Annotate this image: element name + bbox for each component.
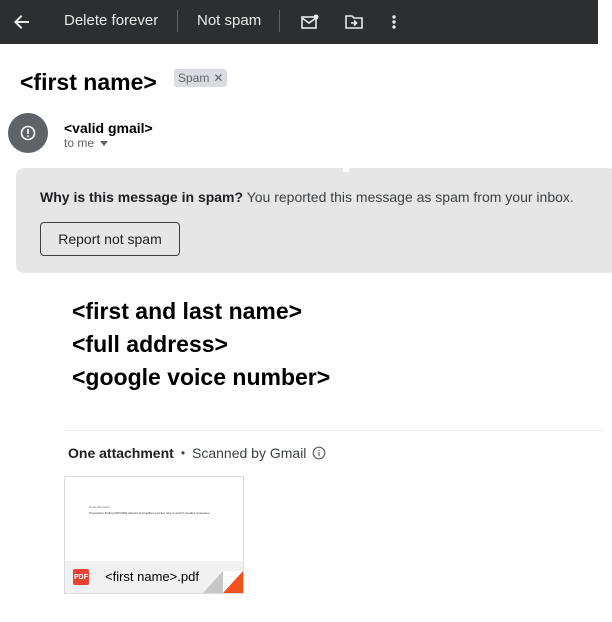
thumbnail-text: Proposition finding PROVEN discuss & sim… [89,511,210,515]
page-corner-icon [203,571,243,593]
email-subject: <first name> [20,69,157,95]
sender-avatar [8,113,48,153]
delete-forever-button[interactable]: Delete forever [64,11,158,31]
spam-notice-banner: Why is this message in spam? You reporte… [16,168,612,273]
attachment-filename: <first name>.pdf [105,569,199,584]
attachment-count: One attachment [68,445,174,461]
spam-question: Why is this message in spam? [40,189,244,205]
body-line: <full address> [72,331,228,357]
more-options-icon[interactable] [380,8,408,36]
toolbar-divider [177,10,178,32]
alert-icon [20,125,36,141]
attachment-divider [64,430,604,431]
mark-unread-icon[interactable] [296,8,324,36]
move-to-icon[interactable] [340,8,368,36]
toolbar-divider [279,10,280,32]
banner-notch [343,164,349,172]
not-spam-button[interactable]: Not spam [197,11,261,31]
caret-down-icon [100,140,109,146]
spam-explanation: You reported this message as spam from y… [243,189,574,205]
body-line: <google voice number> [72,364,331,390]
pdf-icon: PDF [73,569,89,585]
label-text: Spam [178,71,210,85]
spam-label-chip: Spam ✕ [174,69,228,87]
message-toolbar: Delete forever Not spam [0,0,598,44]
scan-status: Scanned by Gmail [192,445,307,461]
attachment-header: One attachment • Scanned by Gmail [68,444,326,462]
recipient-label: to me [64,136,95,150]
separator-dot: • [180,446,186,460]
thumbnail-title: Rosterfile Redo [89,505,110,509]
sender-name[interactable]: <valid gmail> [64,119,153,137]
report-not-spam-button[interactable]: Report not spam [40,222,180,256]
body-line: <first and last name> [72,298,303,324]
attachment-card[interactable]: Rosterfile Redo Proposition finding PROV… [64,476,244,594]
back-arrow-icon[interactable] [8,8,36,36]
info-icon[interactable] [312,446,326,460]
spam-notice-text: Why is this message in spam? You reporte… [40,188,574,206]
message-body: <first and last name> <full address> <go… [72,295,330,394]
remove-label-icon[interactable]: ✕ [213,69,223,87]
recipient-details-toggle[interactable]: to me [64,136,109,150]
